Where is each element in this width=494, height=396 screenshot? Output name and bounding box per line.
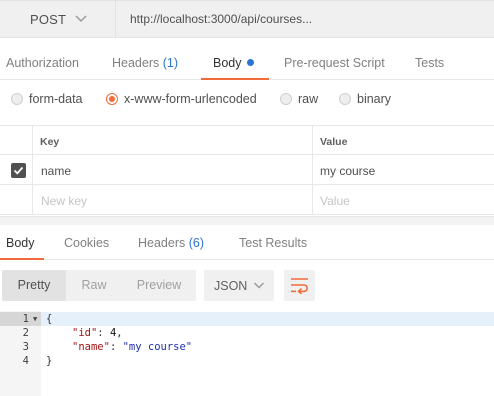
- tab-label: Cookies: [64, 236, 110, 250]
- view-mode-pretty[interactable]: Pretty: [2, 270, 66, 301]
- value-column-header: Value: [320, 136, 348, 148]
- column-divider: [32, 185, 33, 214]
- column-divider: [312, 155, 313, 184]
- tab-body[interactable]: Body: [213, 56, 254, 70]
- wrap-lines-icon: [291, 278, 308, 294]
- code-text: "id": 4,: [72, 327, 123, 339]
- section-divider: [0, 216, 494, 225]
- tab-count: (1): [162, 56, 179, 70]
- line-number: 3: [22, 341, 29, 353]
- response-tabs: Body Cookies Headers (6) Test Results: [0, 225, 494, 260]
- wrap-lines-button[interactable]: [284, 270, 315, 301]
- code-line: 3 "name": "my course": [0, 340, 494, 354]
- view-mode-raw[interactable]: Raw: [66, 270, 122, 301]
- tab-label: Body: [213, 56, 242, 70]
- tab-label: Authorization: [6, 56, 79, 70]
- radio-label: raw: [298, 92, 319, 106]
- code-line: 2 "id": 4,: [0, 326, 494, 340]
- tab-label: Headers: [138, 236, 186, 250]
- request-tabs: Authorization Headers (1) Body Pre-reque…: [0, 40, 494, 80]
- response-body-viewer[interactable]: 1 ▼ { 2 "id": 4, 3 "name": "my course" 4…: [0, 311, 494, 396]
- radio-circle: [339, 93, 351, 105]
- column-divider: [32, 155, 33, 184]
- tab-count: (6): [188, 236, 205, 250]
- key-cell[interactable]: name: [41, 164, 71, 178]
- json-key: "name": [72, 341, 110, 353]
- body-type-selector: form-data x-www-form-urlencoded raw bina…: [0, 80, 494, 122]
- radio-circle: [280, 93, 292, 105]
- view-mode-preview[interactable]: Preview: [122, 270, 196, 301]
- code-text: {: [46, 313, 53, 325]
- value-cell[interactable]: my course: [320, 164, 375, 178]
- json-string: "my course": [122, 341, 193, 353]
- json-key: "id": [72, 327, 98, 339]
- table-row: name my course: [0, 155, 494, 185]
- column-divider: [312, 126, 313, 154]
- row-enabled-checkbox[interactable]: [11, 163, 26, 178]
- url-text: http://localhost:3000/api/courses...: [130, 12, 313, 26]
- radio-label: form-data: [29, 92, 83, 106]
- active-indicator-dot: [246, 59, 254, 66]
- radio-label: binary: [357, 92, 392, 106]
- tab-headers[interactable]: Headers (1): [112, 56, 178, 70]
- tab-label: Headers: [112, 56, 160, 70]
- new-value-input[interactable]: Value: [320, 194, 350, 208]
- method-select[interactable]: POST: [0, 0, 116, 38]
- url-input[interactable]: http://localhost:3000/api/courses...: [116, 0, 494, 38]
- radio-circle-selected: [106, 93, 118, 105]
- method-label: POST: [30, 12, 67, 27]
- format-label: JSON: [214, 279, 248, 293]
- key-column-header: Key: [40, 136, 60, 148]
- tab-authorization[interactable]: Authorization: [6, 56, 79, 70]
- response-tab-headers[interactable]: Headers (6): [138, 236, 204, 250]
- tab-label: Pre-request Script: [284, 56, 385, 70]
- code-line: 1 ▼ {: [0, 312, 494, 326]
- response-toolbar: Pretty Raw Preview JSON: [0, 270, 494, 302]
- radio-circle: [11, 93, 23, 105]
- column-divider: [32, 126, 33, 154]
- params-table: Key Value name my course New key Value: [0, 125, 494, 217]
- chevron-down-icon: [75, 15, 87, 23]
- tab-pre-request-script[interactable]: Pre-request Script: [284, 56, 385, 70]
- tab-label: Tests: [415, 56, 445, 70]
- line-number: 2: [22, 327, 29, 339]
- radio-label: x-www-form-urlencoded: [124, 92, 257, 106]
- chevron-down-icon: [253, 282, 265, 289]
- code-text: "name": "my course": [72, 341, 193, 353]
- tab-label: Body: [6, 236, 35, 250]
- checkmark-icon: [13, 166, 24, 175]
- fold-arrow-icon[interactable]: ▼: [33, 312, 37, 326]
- url-bar: POST http://localhost:3000/api/courses..…: [0, 0, 494, 40]
- table-row-new: New key Value: [0, 185, 494, 215]
- tab-label: Test Results: [239, 236, 308, 250]
- tab-tests[interactable]: Tests: [415, 56, 444, 70]
- column-divider: [312, 185, 313, 214]
- code-line: 4 }: [0, 354, 494, 368]
- active-tab-underline: [0, 258, 44, 260]
- table-header-row: Key Value: [0, 125, 494, 155]
- response-tab-cookies[interactable]: Cookies: [64, 236, 109, 250]
- line-number: 4: [22, 355, 29, 367]
- view-mode-group: Pretty Raw Preview: [2, 270, 196, 301]
- new-key-input[interactable]: New key: [41, 194, 87, 208]
- format-select[interactable]: JSON: [204, 270, 274, 301]
- code-text: }: [46, 355, 53, 367]
- response-tab-test-results[interactable]: Test Results: [239, 236, 307, 250]
- response-tab-body[interactable]: Body: [6, 236, 35, 250]
